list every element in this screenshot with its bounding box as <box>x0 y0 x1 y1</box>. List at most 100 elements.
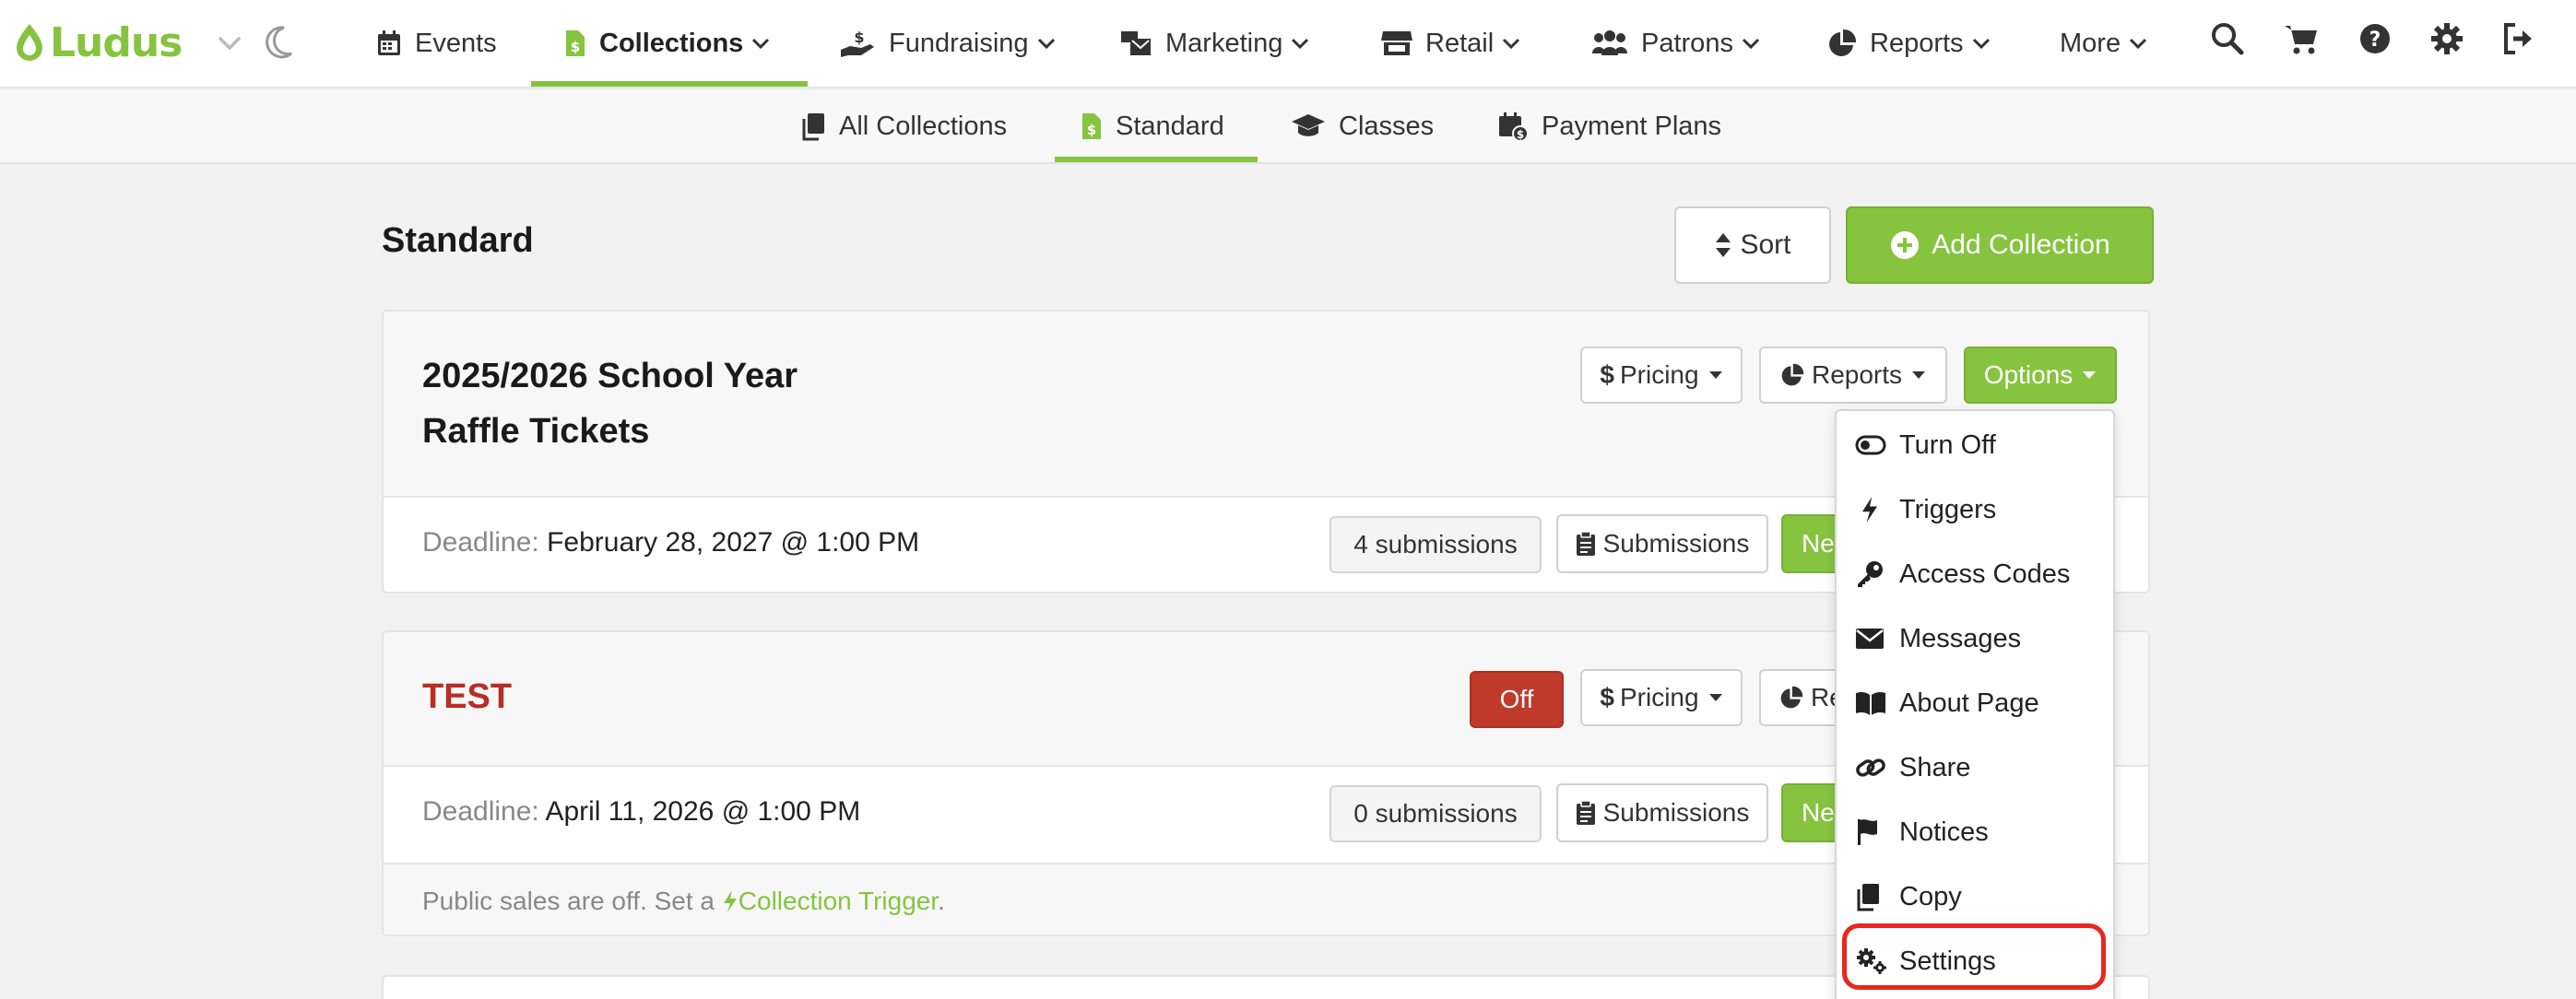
collection-title[interactable]: TEST <box>422 669 512 724</box>
add-collection-button[interactable]: Add Collection <box>1846 206 2154 284</box>
calendar-icon <box>378 30 400 55</box>
chevron-down-icon <box>1037 38 1055 50</box>
new-label: Ne <box>1802 798 1835 827</box>
calendar-dollar-icon: $ <box>1499 112 1529 142</box>
pricing-label: Pricing <box>1619 360 1699 389</box>
svg-text:$: $ <box>1517 128 1524 141</box>
nav-active-indicator <box>531 81 808 87</box>
ludus-logo[interactable]: Ludus <box>13 17 183 68</box>
submissions-button[interactable]: Submissions <box>1556 783 1768 842</box>
nav-more[interactable]: More <box>2060 0 2148 87</box>
pie-chart-icon <box>1781 363 1804 386</box>
nav-marketing[interactable]: Marketing <box>1119 0 1310 87</box>
nav-events-label: Events <box>415 28 497 58</box>
notice-text: Public sales are off. Set a Collection T… <box>422 887 945 916</box>
options-button[interactable]: Options <box>1964 347 2117 404</box>
submission-count: 4 submissions <box>1329 516 1542 573</box>
search-icon[interactable] <box>2209 20 2246 57</box>
reports-label: Reports <box>1811 360 1903 389</box>
pie-chart-icon <box>1780 686 1803 709</box>
pricing-button[interactable]: $ Pricing <box>1580 669 1743 726</box>
cart-icon[interactable] <box>2283 20 2320 57</box>
dark-mode-moon-icon[interactable] <box>260 22 297 63</box>
caret-down-icon <box>2083 371 2097 379</box>
menu-item-label: Share <box>1899 752 1971 782</box>
nav-reports[interactable]: Reports <box>1827 0 1991 87</box>
svg-text:$: $ <box>854 29 864 46</box>
menu-item-turn-off[interactable]: Turn Off <box>1837 413 2113 477</box>
users-icon <box>1592 30 1627 55</box>
sign-out-icon[interactable] <box>2500 20 2537 57</box>
sort-icon <box>1716 233 1731 257</box>
nav-reports-label: Reports <box>1870 28 1964 58</box>
collection-trigger-link[interactable]: Collection Trigger <box>722 887 938 915</box>
off-status-button[interactable]: Off <box>1470 671 1564 728</box>
pie-chart-icon <box>1829 29 1857 56</box>
menu-item-messages[interactable]: Messages <box>1837 606 2113 671</box>
clipboard-icon <box>1576 531 1595 556</box>
collection-title[interactable]: 2025/2026 School Year Raffle Tickets <box>422 348 798 459</box>
nav-collections-label: Collections <box>599 28 744 58</box>
nav-patrons[interactable]: Patrons <box>1591 0 1761 87</box>
help-icon[interactable]: ? <box>2357 20 2393 57</box>
deadline: Deadline: February 28, 2027 @ 1:00 PM <box>422 527 919 558</box>
menu-item-share[interactable]: Share <box>1837 735 2113 800</box>
subnav-payment-plans[interactable]: $ Payment Plans <box>1497 90 1721 162</box>
deadline-value: April 11, 2026 @ 1:00 PM <box>545 796 861 827</box>
menu-item-label: About Page <box>1899 688 2039 718</box>
gear-icon[interactable] <box>2428 20 2465 57</box>
off-label: Off <box>1499 685 1534 713</box>
pricing-button[interactable]: $ Pricing <box>1580 347 1743 404</box>
nav-collections[interactable]: $ Collections <box>564 0 771 87</box>
sort-button[interactable]: Sort <box>1674 206 1831 284</box>
notice-message: Public sales are off. Set a <box>422 887 715 915</box>
bolt-icon <box>1861 497 1878 523</box>
subnav-classes[interactable]: Classes <box>1291 90 1434 162</box>
submission-count: 0 submissions <box>1329 785 1542 842</box>
menu-item-access-codes[interactable]: Access Codes <box>1837 542 2113 606</box>
subnav-active-indicator <box>1055 157 1258 162</box>
ludus-logo-icon <box>17 24 42 61</box>
dollar-icon: $ <box>1600 683 1614 711</box>
caret-down-icon <box>1912 371 1926 379</box>
menu-item-label: Messages <box>1899 623 2022 653</box>
deadline-value: February 28, 2027 @ 1:00 PM <box>547 527 920 558</box>
brand-menu-chevron-icon[interactable] <box>214 28 245 59</box>
subnav-all-collections[interactable]: All Collections <box>800 90 1007 162</box>
nav-fundraising[interactable]: $ Fundraising <box>839 0 1057 87</box>
copy-icon <box>1857 884 1879 911</box>
menu-item-about-page[interactable]: About Page <box>1837 671 2113 735</box>
caret-down-icon <box>1708 371 1722 379</box>
collection-title-line-1: 2025/2026 School Year <box>422 357 798 395</box>
nav-patrons-label: Patrons <box>1641 28 1733 58</box>
subnav-standard-label: Standard <box>1116 111 1224 141</box>
add-collection-label: Add Collection <box>1932 229 2110 260</box>
options-label: Options <box>1983 360 2074 389</box>
brand-name: Ludus <box>50 18 183 66</box>
menu-item-triggers[interactable]: Triggers <box>1837 477 2113 542</box>
new-label: Ne <box>1802 529 1835 558</box>
svg-text:?: ? <box>2369 29 2381 52</box>
menu-item-label: Turn Off <box>1899 429 1996 460</box>
chevron-down-icon <box>1742 38 1760 50</box>
top-navbar: Ludus Events $ Collections $ Fundraising… <box>0 0 2576 88</box>
caret-down-icon <box>1708 694 1722 701</box>
menu-item-copy[interactable]: Copy <box>1837 864 2113 929</box>
menu-item-notices[interactable]: Notices <box>1837 800 2113 864</box>
submissions-label: Submissions <box>1602 798 1750 827</box>
nav-retail-label: Retail <box>1425 28 1495 58</box>
svg-text:$: $ <box>1087 122 1096 138</box>
nav-events[interactable]: Events <box>376 0 497 87</box>
notice-end: . <box>938 887 945 915</box>
plus-circle-icon <box>1891 231 1920 259</box>
svg-text:$: $ <box>571 39 580 55</box>
deadline: Deadline: April 11, 2026 @ 1:00 PM <box>422 796 860 828</box>
subnav-standard[interactable]: $ Standard <box>1081 90 1224 162</box>
collection-trigger-label: Collection Trigger <box>738 887 939 915</box>
submissions-button[interactable]: Submissions <box>1556 514 1768 573</box>
reports-button[interactable]: Reports <box>1759 347 1947 404</box>
nav-retail[interactable]: Retail <box>1381 0 1521 87</box>
nav-more-label: More <box>2060 28 2121 58</box>
chevron-down-icon <box>1972 38 1990 50</box>
collection-title-line-2: Raffle Tickets <box>422 412 650 451</box>
